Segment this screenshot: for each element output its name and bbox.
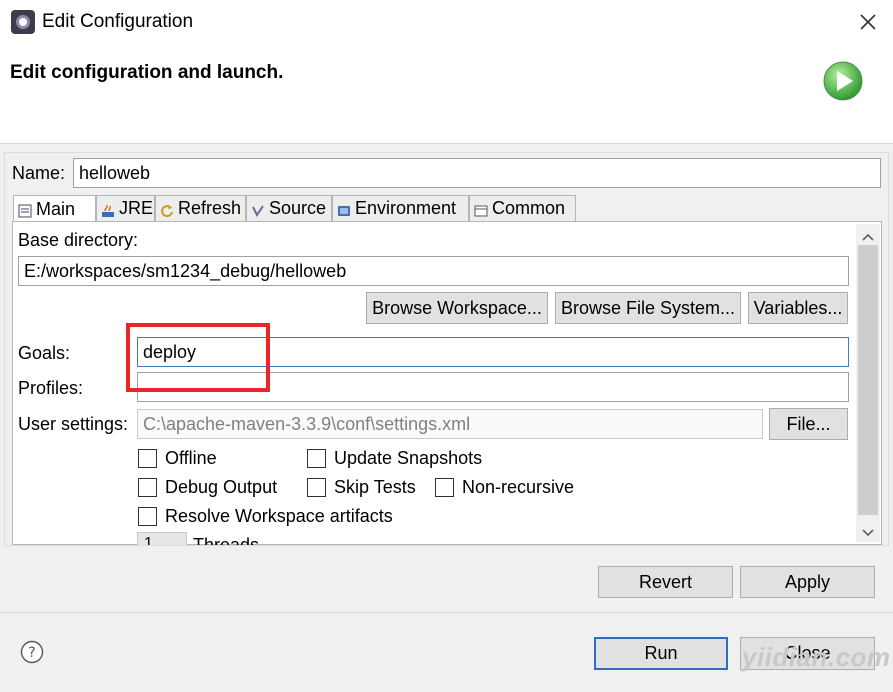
skip-tests-checkbox[interactable]: Skip Tests: [307, 477, 416, 498]
offline-checkbox-box[interactable]: [138, 449, 157, 468]
base-directory-input[interactable]: E:/workspaces/sm1234_debug/helloweb: [18, 256, 849, 286]
threads-label: Threads: [193, 535, 260, 545]
environment-icon: [337, 202, 351, 216]
base-directory-label: Base directory:: [18, 230, 139, 250]
non-recursive-label: Non-recursive: [462, 477, 575, 497]
user-settings-input[interactable]: C:\apache-maven-3.3.9\conf\settings.xml: [137, 409, 763, 439]
dialog-header: [0, 44, 893, 144]
tab-environment-label: Environment: [355, 198, 457, 218]
debug-output-checkbox-box[interactable]: [138, 478, 157, 497]
profiles-label: Profiles:: [18, 378, 84, 398]
resolve-workspace-checkbox[interactable]: Resolve Workspace artifacts: [138, 506, 393, 527]
tab-main[interactable]: Main: [13, 195, 96, 222]
goals-label: Goals:: [18, 343, 71, 363]
highlight-box: [126, 323, 270, 392]
variables-button[interactable]: Variables...: [748, 292, 848, 324]
browse-file-system-button[interactable]: Browse File System...: [555, 292, 741, 324]
scroll-down-icon[interactable]: [859, 524, 877, 538]
tab-refresh-label: Refresh: [178, 198, 242, 218]
resolve-workspace-label: Resolve Workspace artifacts: [165, 506, 393, 526]
offline-label: Offline: [165, 448, 217, 468]
name-label: Name:: [12, 163, 66, 183]
skip-tests-checkbox-box[interactable]: [307, 478, 326, 497]
apply-button[interactable]: Apply: [740, 566, 875, 598]
scrollbar-thumb[interactable]: [858, 245, 878, 515]
jre-icon: [101, 202, 115, 217]
help-icon[interactable]: ?: [20, 640, 44, 664]
close-window-icon[interactable]: [852, 6, 884, 38]
threads-spinner[interactable]: 1: [137, 532, 187, 545]
debug-output-checkbox[interactable]: Debug Output: [138, 477, 277, 498]
scroll-up-icon[interactable]: [859, 228, 877, 242]
run-launch-icon: [822, 60, 864, 102]
update-snapshots-label: Update Snapshots: [334, 448, 483, 468]
tab-jre[interactable]: JRE: [96, 195, 155, 221]
tab-jre-label: JRE: [119, 198, 154, 218]
revert-button[interactable]: Revert: [598, 566, 733, 598]
tab-main-label: Main: [36, 198, 76, 219]
name-input[interactable]: helloweb: [73, 158, 881, 188]
common-icon: [474, 202, 488, 216]
tab-source[interactable]: Source: [246, 195, 332, 221]
user-settings-label: User settings:: [18, 414, 129, 434]
browse-workspace-button[interactable]: Browse Workspace...: [366, 292, 548, 324]
watermark: yiidian.com: [742, 642, 891, 672]
main-tab-icon: [18, 202, 32, 218]
update-snapshots-checkbox[interactable]: Update Snapshots: [307, 448, 482, 469]
eclipse-icon: [11, 10, 35, 34]
tab-common-label: Common: [492, 198, 566, 218]
source-icon: [251, 202, 265, 217]
file-button[interactable]: File...: [769, 408, 848, 440]
resolve-workspace-checkbox-box[interactable]: [138, 507, 157, 526]
debug-output-label: Debug Output: [165, 477, 278, 497]
window-title: Edit Configuration: [42, 11, 194, 32]
offline-checkbox[interactable]: Offline: [138, 448, 217, 469]
tab-common[interactable]: Common: [469, 195, 576, 221]
non-recursive-checkbox-box[interactable]: [435, 478, 454, 497]
threads-value: 1: [144, 535, 153, 545]
refresh-icon: [160, 202, 174, 217]
svg-text:?: ?: [28, 645, 35, 661]
run-button[interactable]: Run: [594, 637, 728, 670]
tab-environment[interactable]: Environment: [332, 195, 469, 221]
tab-refresh[interactable]: Refresh: [155, 195, 246, 221]
update-snapshots-checkbox-box[interactable]: [307, 449, 326, 468]
non-recursive-checkbox[interactable]: Non-recursive: [435, 477, 574, 498]
skip-tests-label: Skip Tests: [334, 477, 416, 497]
tab-source-label: Source: [269, 198, 327, 218]
bottom-separator: [0, 612, 893, 613]
header-title: Edit configuration and launch.: [10, 62, 284, 83]
